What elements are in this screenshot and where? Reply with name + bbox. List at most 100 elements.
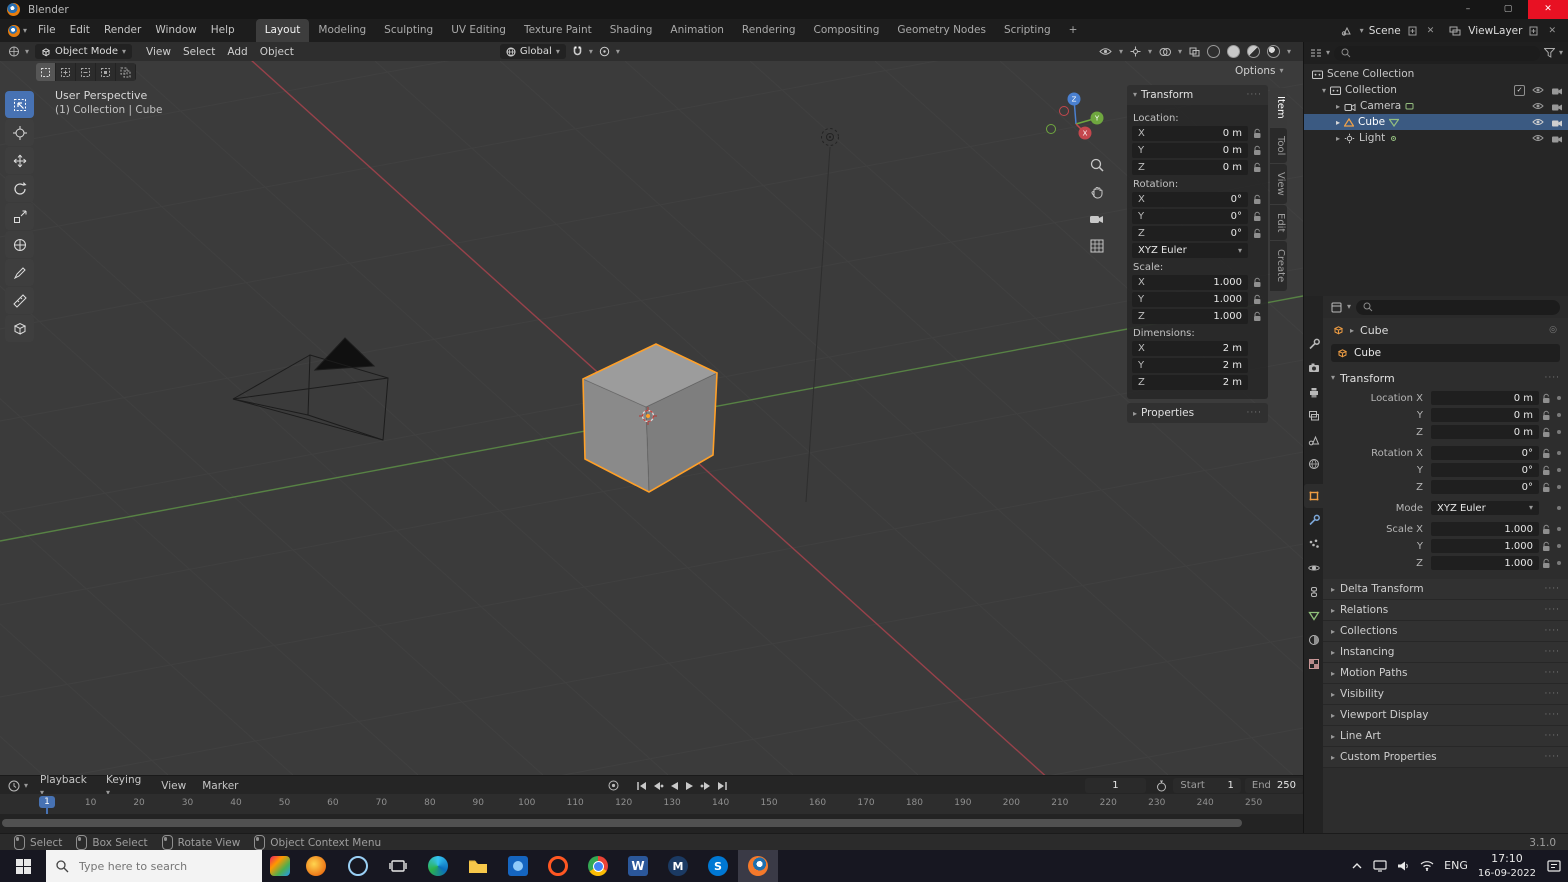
lock-icon[interactable]: [1250, 294, 1263, 305]
prev-keyframe-button[interactable]: [650, 778, 666, 793]
properties-section-header[interactable]: ▸ Line Art ····: [1323, 726, 1568, 747]
lock-icon[interactable]: [1250, 128, 1263, 139]
camera-view-button[interactable]: [1086, 208, 1108, 230]
shading-dropdown[interactable]: ▾: [1287, 47, 1291, 56]
render-camera-icon[interactable]: [1551, 134, 1563, 143]
lock-icon[interactable]: [1539, 393, 1552, 404]
edge-icon[interactable]: [418, 850, 458, 882]
tab-view-layer[interactable]: [1304, 404, 1324, 428]
frame-start-field[interactable]: Start 1: [1173, 778, 1241, 793]
select-mode-subtract[interactable]: [76, 63, 96, 81]
proportional-dropdown[interactable]: ▾: [616, 47, 620, 56]
tab-render[interactable]: [1304, 356, 1324, 380]
section-grip[interactable]: ····: [1545, 647, 1560, 657]
blender-taskbar-icon[interactable]: [738, 850, 778, 882]
hide-eye-icon[interactable]: [1532, 102, 1544, 110]
tab-tool[interactable]: [1304, 332, 1324, 356]
menu-item[interactable]: Render: [97, 19, 148, 42]
hidden-icons-chevron[interactable]: [1351, 862, 1363, 870]
select-mode-invert[interactable]: [96, 63, 116, 81]
animate-dot[interactable]: [1557, 544, 1561, 548]
horizontal-scrollbar[interactable]: [2, 819, 1242, 827]
value-field[interactable]: 1.000: [1431, 522, 1539, 536]
properties-section-header[interactable]: ▸ Relations ····: [1323, 600, 1568, 621]
tool-options-dropdown[interactable]: Options ▾: [1235, 65, 1284, 77]
menu-item[interactable]: Edit: [63, 19, 97, 42]
timeline-ruler[interactable]: 10 20 30 40 50 60 70 80 90 100 110 120 130 140 150 160 1…: [0, 794, 1303, 814]
workspace-tab[interactable]: Sculpting: [375, 19, 442, 42]
filter-icon[interactable]: [1543, 48, 1555, 58]
tab-material[interactable]: [1304, 628, 1324, 652]
tab-physics[interactable]: [1304, 556, 1324, 580]
lock-icon[interactable]: [1539, 482, 1552, 493]
network-icon[interactable]: [1420, 860, 1434, 872]
section-grip[interactable]: ····: [1545, 605, 1560, 615]
object-visibility-icon[interactable]: [1099, 47, 1112, 56]
rotation-mode-dropdown[interactable]: XYZ Euler ▾: [1132, 243, 1248, 258]
sidebar-tab[interactable]: Tool: [1270, 127, 1287, 164]
chevron-down-icon[interactable]: ▾: [1559, 49, 1563, 57]
scale-field[interactable]: X 1.000: [1132, 275, 1248, 290]
mendeley-icon[interactable]: M: [658, 850, 698, 882]
blender-menu-logo[interactable]: ▾: [8, 24, 27, 37]
lock-icon[interactable]: [1539, 448, 1552, 459]
properties-section-header[interactable]: ▸ Viewport Display ····: [1323, 705, 1568, 726]
lock-icon[interactable]: [1539, 427, 1552, 438]
play-reverse-button[interactable]: [666, 778, 682, 793]
proportional-editing-toggle[interactable]: [599, 46, 610, 57]
workspace-tab[interactable]: Modeling: [309, 19, 375, 42]
scale-tool[interactable]: [5, 203, 34, 230]
value-field[interactable]: 0 m: [1431, 408, 1539, 422]
section-grip[interactable]: ····: [1545, 626, 1560, 636]
menu-item[interactable]: Window: [148, 19, 203, 42]
zoom-button[interactable]: [1086, 154, 1108, 176]
view-menu[interactable]: View: [153, 780, 194, 792]
lock-icon[interactable]: [1250, 194, 1263, 205]
dimension-field[interactable]: X2 m: [1132, 341, 1248, 356]
transform-section-header[interactable]: ▾ Transform ····: [1323, 368, 1568, 388]
xray-toggle[interactable]: [1189, 47, 1200, 57]
navigation-gizmo[interactable]: Z Y X: [1040, 86, 1112, 158]
tab-particles[interactable]: [1304, 532, 1324, 556]
action-center-icon[interactable]: [1546, 859, 1562, 873]
visibility-dropdown[interactable]: ▾: [1119, 47, 1123, 56]
ortho-toggle-button[interactable]: [1086, 235, 1108, 257]
lock-icon[interactable]: [1250, 228, 1263, 239]
properties-section-header[interactable]: ▸ Motion Paths ····: [1323, 663, 1568, 684]
play-button[interactable]: [682, 778, 698, 793]
chevron-down-icon[interactable]: ▾: [1347, 303, 1351, 311]
value-field[interactable]: 0 m: [1431, 391, 1539, 405]
location-field[interactable]: Y0 m: [1132, 143, 1248, 158]
workspace-tab[interactable]: Compositing: [805, 19, 889, 42]
rotation-mode-dropdown[interactable]: XYZ Euler ▾: [1431, 501, 1539, 515]
rotation-field[interactable]: Y 0°: [1132, 209, 1248, 224]
outliner-row-camera[interactable]: ▸ Camera: [1304, 98, 1568, 114]
animate-dot[interactable]: [1557, 506, 1561, 510]
properties-section-header[interactable]: ▸ Collections ····: [1323, 621, 1568, 642]
new-viewlayer-button[interactable]: [1529, 26, 1539, 36]
sidebar-tab[interactable]: Item: [1270, 88, 1287, 127]
overlays-dropdown[interactable]: ▾: [1178, 47, 1182, 56]
snap-toggle[interactable]: [572, 46, 583, 57]
scale-field[interactable]: Y 1.000: [1132, 292, 1248, 307]
chevron-down-icon[interactable]: ▾: [25, 47, 29, 56]
section-grip[interactable]: ····: [1545, 689, 1560, 699]
section-grip[interactable]: ····: [1545, 752, 1560, 762]
tab-world[interactable]: [1304, 452, 1324, 476]
clock[interactable]: 17:10 16-09-2022: [1478, 852, 1536, 879]
editor-type-icon[interactable]: [8, 780, 20, 792]
taskbar-search-box[interactable]: [46, 850, 262, 882]
snap-settings-dropdown[interactable]: ▾: [589, 47, 593, 56]
editor-type-icon[interactable]: [8, 46, 21, 57]
task-view-icon[interactable]: [378, 850, 418, 882]
chevron-down-icon[interactable]: ▾: [1360, 26, 1364, 35]
viewport-menu-item[interactable]: View: [140, 46, 177, 58]
outliner-row-scene-collection[interactable]: Scene Collection: [1304, 66, 1568, 82]
viewlayer-name[interactable]: ViewLayer: [1468, 25, 1522, 37]
lock-icon[interactable]: [1250, 311, 1263, 322]
tab-object-data[interactable]: [1304, 604, 1324, 628]
rotation-field[interactable]: Z 0°: [1132, 226, 1248, 241]
chrome-icon[interactable]: [578, 850, 618, 882]
shading-rendered-button[interactable]: [1266, 45, 1280, 58]
scene-name[interactable]: Scene: [1369, 25, 1401, 37]
